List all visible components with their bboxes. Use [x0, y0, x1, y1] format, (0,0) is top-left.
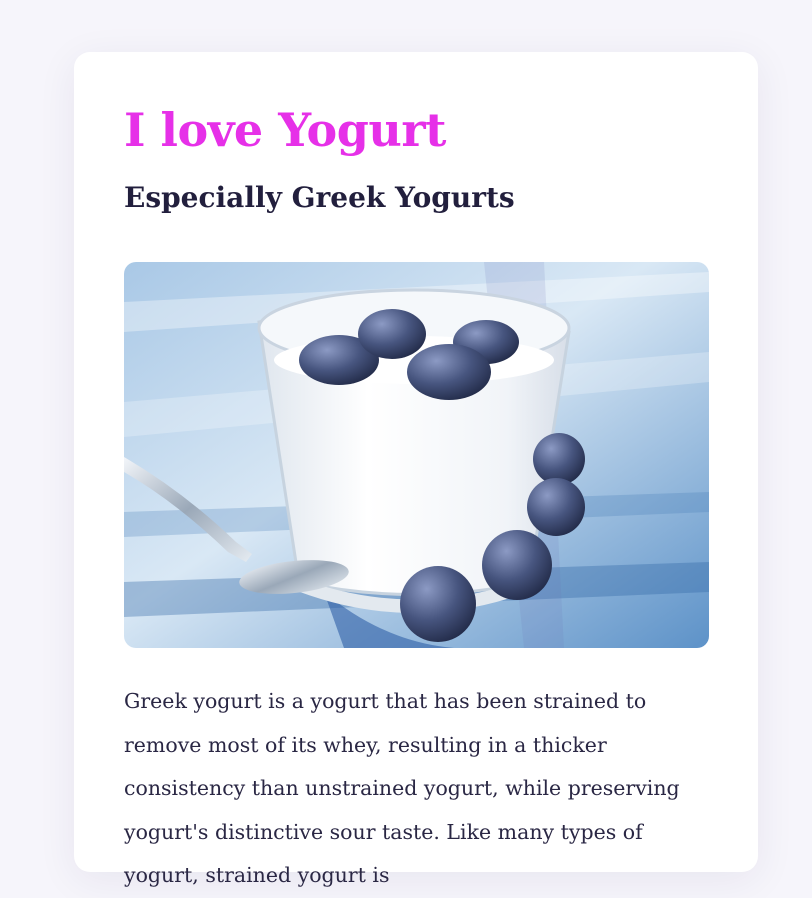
page-title: I love Yogurt [124, 103, 446, 157]
page-subtitle: Especially Greek Yogurts [124, 181, 515, 214]
article-body: Greek yogurt is a yogurt that has been s… [124, 689, 680, 887]
article-card: I love Yogurt Especially Greek Yogurts G… [74, 52, 758, 887]
yogurt-photo [124, 262, 709, 648]
